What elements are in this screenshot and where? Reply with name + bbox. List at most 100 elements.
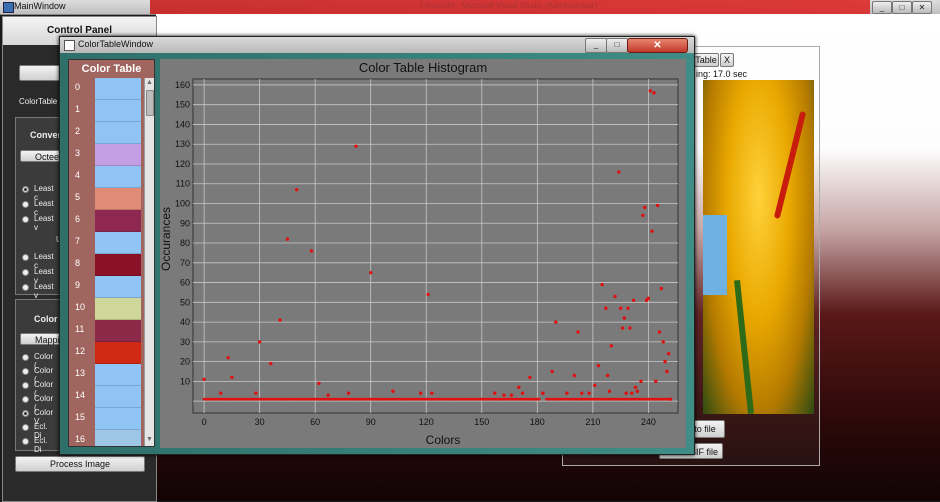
- data-point: [430, 391, 434, 395]
- y-axis-label: Occurances: [160, 207, 173, 271]
- color-table-row[interactable]: 9: [69, 276, 144, 298]
- data-point: [628, 326, 632, 330]
- y-tick-label: 70: [180, 258, 190, 268]
- color-index: 5: [75, 192, 81, 202]
- radio-button[interactable]: [22, 410, 29, 417]
- color-swatch: [95, 320, 141, 342]
- x-tick-label: 180: [530, 417, 545, 427]
- scroll-thumb[interactable]: [146, 90, 154, 116]
- radio-button[interactable]: [22, 254, 29, 261]
- data-point: [517, 385, 521, 390]
- data-point: [587, 391, 591, 395]
- color-index: 14: [75, 390, 86, 400]
- process-image-button[interactable]: Process Image: [15, 456, 145, 472]
- color-table-row[interactable]: 2: [69, 122, 144, 144]
- data-point: [418, 391, 423, 395]
- y-tick-label: 130: [175, 139, 190, 149]
- scroll-down-icon[interactable]: ▼: [146, 436, 153, 443]
- data-point: [617, 170, 621, 174]
- color-index: 13: [75, 368, 86, 378]
- color-table-row[interactable]: 1: [69, 100, 144, 122]
- data-point: [554, 320, 558, 324]
- color-table-row[interactable]: 0: [69, 78, 144, 100]
- colortable-label: ColorTable: [19, 97, 58, 106]
- radio-button[interactable]: [22, 438, 29, 445]
- data-point: [230, 375, 234, 380]
- radio-button[interactable]: [22, 354, 29, 361]
- data-point: [226, 355, 230, 360]
- radio-button[interactable]: [22, 382, 29, 389]
- radio-button[interactable]: [22, 186, 29, 193]
- chart-title: Color Table Histogram: [359, 60, 487, 75]
- data-point: [576, 330, 580, 334]
- color-swatch: [95, 386, 141, 408]
- data-point: [346, 391, 351, 395]
- color-table-row[interactable]: 13: [69, 364, 144, 386]
- minimize-button[interactable]: _: [585, 38, 607, 53]
- color-table-row[interactable]: 8: [69, 254, 144, 276]
- scrollbar[interactable]: ▲ ▼: [144, 78, 154, 446]
- color-table-row[interactable]: 12: [69, 342, 144, 364]
- close-button[interactable]: ✕: [912, 1, 932, 14]
- color-index: 9: [75, 280, 81, 290]
- maximize-button[interactable]: □: [606, 38, 628, 53]
- x-tick-label: 90: [366, 417, 376, 427]
- x-tick-label: 30: [255, 417, 265, 427]
- color-table-row[interactable]: 7: [69, 232, 144, 254]
- red-stripe: [773, 110, 807, 220]
- minimize-button[interactable]: _: [872, 1, 892, 14]
- y-tick-label: 90: [180, 218, 190, 228]
- close-button[interactable]: ✕: [627, 38, 688, 53]
- color-index: 4: [75, 170, 81, 180]
- data-point: [641, 213, 645, 218]
- data-point: [667, 352, 671, 356]
- data-point: [257, 340, 262, 344]
- radio-button[interactable]: [22, 201, 29, 208]
- data-point: [202, 377, 206, 382]
- color-index: 16: [75, 434, 86, 444]
- data-point: [630, 391, 634, 395]
- color-table-row[interactable]: 11: [69, 320, 144, 342]
- y-tick-label: 20: [180, 357, 190, 367]
- data-point: [278, 318, 282, 322]
- data-point: [618, 306, 623, 310]
- color-swatch: [95, 254, 141, 276]
- baseline-points: [202, 397, 672, 401]
- data-point: [655, 203, 660, 208]
- radio-button[interactable]: [22, 269, 29, 276]
- color-table-row[interactable]: 6: [69, 210, 144, 232]
- color-table-row[interactable]: 4: [69, 166, 144, 188]
- y-tick-label: 80: [180, 238, 190, 248]
- data-point: [541, 391, 545, 395]
- color-table-row[interactable]: 15: [69, 408, 144, 430]
- maximize-button[interactable]: □: [892, 1, 912, 14]
- x-button[interactable]: X: [720, 53, 734, 67]
- color-table-row[interactable]: 5: [69, 188, 144, 210]
- radio-button[interactable]: [22, 284, 29, 291]
- color-swatch: [95, 188, 141, 210]
- color-swatch: [95, 364, 141, 386]
- timing-label: ing: 17.0 sec: [696, 69, 748, 79]
- color-table-panel: Color Table 0 1 2 3 4 5 6 7 8 9 10 11 12 13 14 15 16 ▲ ▼: [68, 59, 155, 447]
- data-point: [294, 187, 299, 192]
- color-table-window-titlebar: ColorTableWindow _ □ ✕: [60, 37, 694, 53]
- y-tick-label: 110: [176, 179, 190, 189]
- data-point: [654, 379, 658, 384]
- x-tick-label: 120: [419, 417, 434, 427]
- color-table-row[interactable]: 16: [69, 430, 144, 446]
- color-table-row[interactable]: 14: [69, 386, 144, 408]
- color-index: 15: [75, 412, 86, 422]
- x-tick-label: 210: [585, 417, 600, 427]
- color-table-row[interactable]: 3: [69, 144, 144, 166]
- data-point: [604, 306, 608, 310]
- color-table-row[interactable]: 10: [69, 298, 144, 320]
- data-point: [648, 89, 652, 93]
- table-button[interactable]: Table: [693, 53, 719, 67]
- radio-button[interactable]: [22, 216, 29, 223]
- radio-button[interactable]: [22, 424, 29, 431]
- radio-button[interactable]: [22, 396, 29, 403]
- scroll-up-icon[interactable]: ▲: [146, 79, 153, 86]
- data-point: [624, 391, 628, 395]
- radio-button[interactable]: [22, 368, 29, 375]
- color-swatch: [95, 78, 141, 100]
